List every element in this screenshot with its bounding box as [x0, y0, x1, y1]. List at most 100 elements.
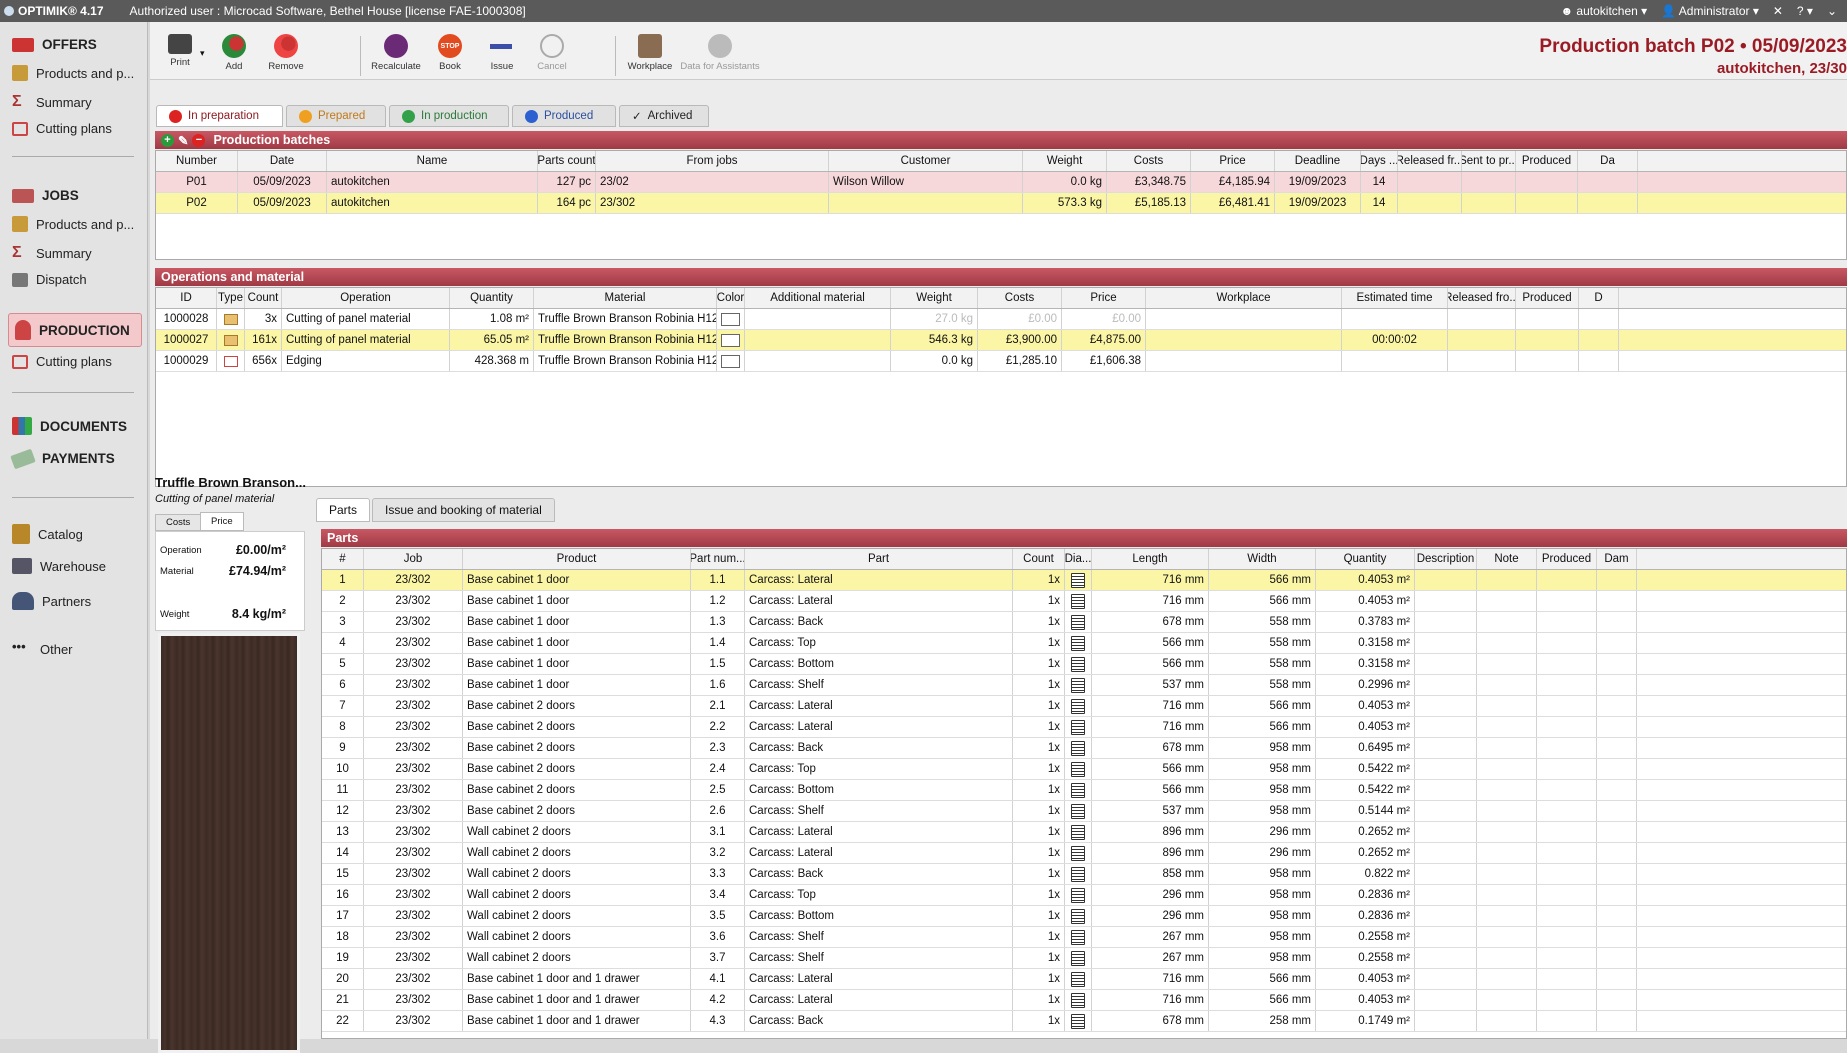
sidebar-production-cutting-plans[interactable]: Cutting plans	[12, 354, 140, 369]
sidebar-jobs-products[interactable]: Products and p...	[12, 216, 140, 232]
diagram-icon[interactable]	[1065, 822, 1092, 842]
sidebar-jobs-summary[interactable]: Σ Summary	[12, 244, 140, 262]
table-row[interactable]: 3 23/302 Base cabinet 1 door 1.3 Carcass: Ba…	[322, 612, 1846, 633]
cancel-button[interactable]: Cancel	[526, 34, 578, 72]
table-row[interactable]: 4 23/302 Base cabinet 1 door 1.4 Carcass: To…	[322, 633, 1846, 654]
diagram-icon[interactable]	[1065, 843, 1092, 863]
diagram-icon[interactable]	[1065, 759, 1092, 779]
tab-price[interactable]: Price	[200, 512, 244, 531]
tab-parts[interactable]: Parts	[316, 498, 371, 522]
table-row[interactable]: 2 23/302 Base cabinet 1 door 1.2 Carcass: La…	[322, 591, 1846, 612]
column-header[interactable]: Produced	[1516, 151, 1578, 171]
diagram-icon[interactable]	[1065, 654, 1092, 674]
table-row[interactable]: 19 23/302 Wall cabinet 2 doors 3.7 Carcass: …	[322, 948, 1846, 969]
table-row[interactable]: 9 23/302 Base cabinet 2 doors 2.3 Carcass: B…	[322, 738, 1846, 759]
column-header[interactable]: Length	[1092, 549, 1209, 569]
table-row[interactable]: 21 23/302 Base cabinet 1 door and 1 drawer…	[322, 990, 1846, 1011]
column-header[interactable]: Produced	[1516, 288, 1579, 308]
table-row[interactable]: 8 23/302 Base cabinet 2 doors 2.2 Carcass: L…	[322, 717, 1846, 738]
diagram-icon[interactable]	[1065, 570, 1092, 590]
diagram-icon[interactable]	[1065, 969, 1092, 989]
diagram-icon[interactable]	[1065, 633, 1092, 653]
column-header[interactable]: Width	[1209, 549, 1316, 569]
add-batch-icon[interactable]: +	[161, 133, 174, 147]
column-header[interactable]: Number	[156, 151, 238, 171]
diagram-icon[interactable]	[1065, 948, 1092, 968]
diagram-icon[interactable]	[1065, 675, 1092, 695]
diagram-icon[interactable]	[1065, 780, 1092, 800]
table-row[interactable]: 13 23/302 Wall cabinet 2 doors 3.1 Carcass: …	[322, 822, 1846, 843]
sidebar-jobs[interactable]: JOBS	[12, 188, 140, 203]
column-header[interactable]: Job	[364, 549, 463, 569]
column-header[interactable]: Days ...	[1361, 151, 1398, 171]
column-header[interactable]: Estimated time	[1342, 288, 1448, 308]
column-header[interactable]: Sent to pr...	[1462, 151, 1516, 171]
table-row[interactable]: 15 23/302 Wall cabinet 2 doors 3.3 Carcass: …	[322, 864, 1846, 885]
column-header[interactable]: Note	[1477, 549, 1537, 569]
sidebar-partners[interactable]: Partners	[12, 592, 140, 610]
diagram-icon[interactable]	[1065, 885, 1092, 905]
tab-produced[interactable]: Produced	[512, 105, 616, 127]
print-dropdown-icon[interactable]: ▾	[200, 48, 205, 59]
sidebar-production[interactable]: PRODUCTION	[8, 313, 142, 347]
column-header[interactable]: Quantity	[1316, 549, 1415, 569]
table-row[interactable]: P02 05/09/2023 autokitchen 164 pc 23/302 573.…	[156, 193, 1846, 214]
table-row[interactable]: 10 23/302 Base cabinet 2 doors 2.4 Carcass: …	[322, 759, 1846, 780]
diagram-icon[interactable]	[1065, 696, 1092, 716]
column-header[interactable]: Price	[1062, 288, 1146, 308]
column-header[interactable]: Costs	[1107, 151, 1191, 171]
table-row[interactable]: 1 23/302 Base cabinet 1 door 1.1 Carcass: La…	[322, 570, 1846, 591]
sidebar-offers-products[interactable]: Products and p...	[12, 65, 140, 81]
sidebar-catalog[interactable]: Catalog	[12, 524, 140, 544]
collapse-icon[interactable]: ⌄	[1827, 4, 1837, 18]
table-row[interactable]: 16 23/302 Wall cabinet 2 doors 3.4 Carcass: …	[322, 885, 1846, 906]
column-header[interactable]: Part num...	[691, 549, 745, 569]
column-header[interactable]: Quantity	[450, 288, 534, 308]
table-row[interactable]: 7 23/302 Base cabinet 2 doors 2.1 Carcass: L…	[322, 696, 1846, 717]
diagram-icon[interactable]	[1065, 906, 1092, 926]
sidebar-payments[interactable]: PAYMENTS	[10, 448, 140, 469]
table-row[interactable]: 22 23/302 Base cabinet 1 door and 1 drawer…	[322, 1011, 1846, 1032]
column-header[interactable]: Weight	[1023, 151, 1107, 171]
column-header[interactable]: Released fro...	[1448, 288, 1516, 308]
diagram-icon[interactable]	[1065, 591, 1092, 611]
sidebar-warehouse[interactable]: Warehouse	[12, 558, 140, 574]
column-header[interactable]: Deadline	[1275, 151, 1361, 171]
column-header[interactable]: Workplace	[1146, 288, 1342, 308]
column-header[interactable]: Weight	[891, 288, 978, 308]
column-header[interactable]: Released fr...	[1398, 151, 1462, 171]
recalculate-button[interactable]: Recalculate	[370, 34, 422, 72]
tab-in-production[interactable]: In production	[389, 105, 509, 127]
diagram-icon[interactable]	[1065, 738, 1092, 758]
column-header[interactable]: Additional material	[745, 288, 891, 308]
diagram-icon[interactable]	[1065, 864, 1092, 884]
column-header[interactable]: Type	[217, 288, 245, 308]
table-row[interactable]: 18 23/302 Wall cabinet 2 doors 3.6 Carcass: …	[322, 927, 1846, 948]
sidebar-jobs-dispatch[interactable]: Dispatch	[12, 272, 140, 287]
table-row[interactable]: P01 05/09/2023 autokitchen 127 pc 23/02 Wilso…	[156, 172, 1846, 193]
column-header[interactable]: Part	[745, 549, 1013, 569]
diagram-icon[interactable]	[1065, 612, 1092, 632]
sidebar-other[interactable]: ••• Other	[12, 640, 140, 658]
column-header[interactable]: Color	[717, 288, 745, 308]
workplace-button[interactable]: Workplace	[624, 34, 676, 72]
tab-in-preparation[interactable]: In preparation	[156, 105, 283, 127]
column-header[interactable]: Description	[1415, 549, 1477, 569]
sidebar-offers-cutting-plans[interactable]: Cutting plans	[12, 121, 140, 136]
column-header[interactable]: Customer	[829, 151, 1023, 171]
column-header[interactable]: Parts count	[538, 151, 596, 171]
column-header[interactable]: Price	[1191, 151, 1275, 171]
table-row[interactable]: 1000027 161x Cutting of panel material 65.0…	[156, 330, 1846, 351]
table-row[interactable]: 1000028 3x Cutting of panel material 1.08 m…	[156, 309, 1846, 330]
column-header[interactable]: Operation	[282, 288, 450, 308]
table-row[interactable]: 14 23/302 Wall cabinet 2 doors 3.2 Carcass: …	[322, 843, 1846, 864]
column-header[interactable]: Da	[1578, 151, 1638, 171]
tab-issue-booking[interactable]: Issue and booking of material	[372, 498, 555, 522]
data-for-assistants-button[interactable]: Data for Assistants	[680, 34, 760, 72]
table-row[interactable]: 12 23/302 Base cabinet 2 doors 2.6 Carcass: …	[322, 801, 1846, 822]
sidebar-offers[interactable]: OFFERS	[12, 37, 140, 52]
table-row[interactable]: 17 23/302 Wall cabinet 2 doors 3.5 Carcass: …	[322, 906, 1846, 927]
role-menu[interactable]: 👤 Administrator ▾	[1661, 4, 1759, 18]
tab-archived[interactable]: ✓ Archived	[619, 105, 709, 127]
column-header[interactable]: Dam	[1597, 549, 1637, 569]
